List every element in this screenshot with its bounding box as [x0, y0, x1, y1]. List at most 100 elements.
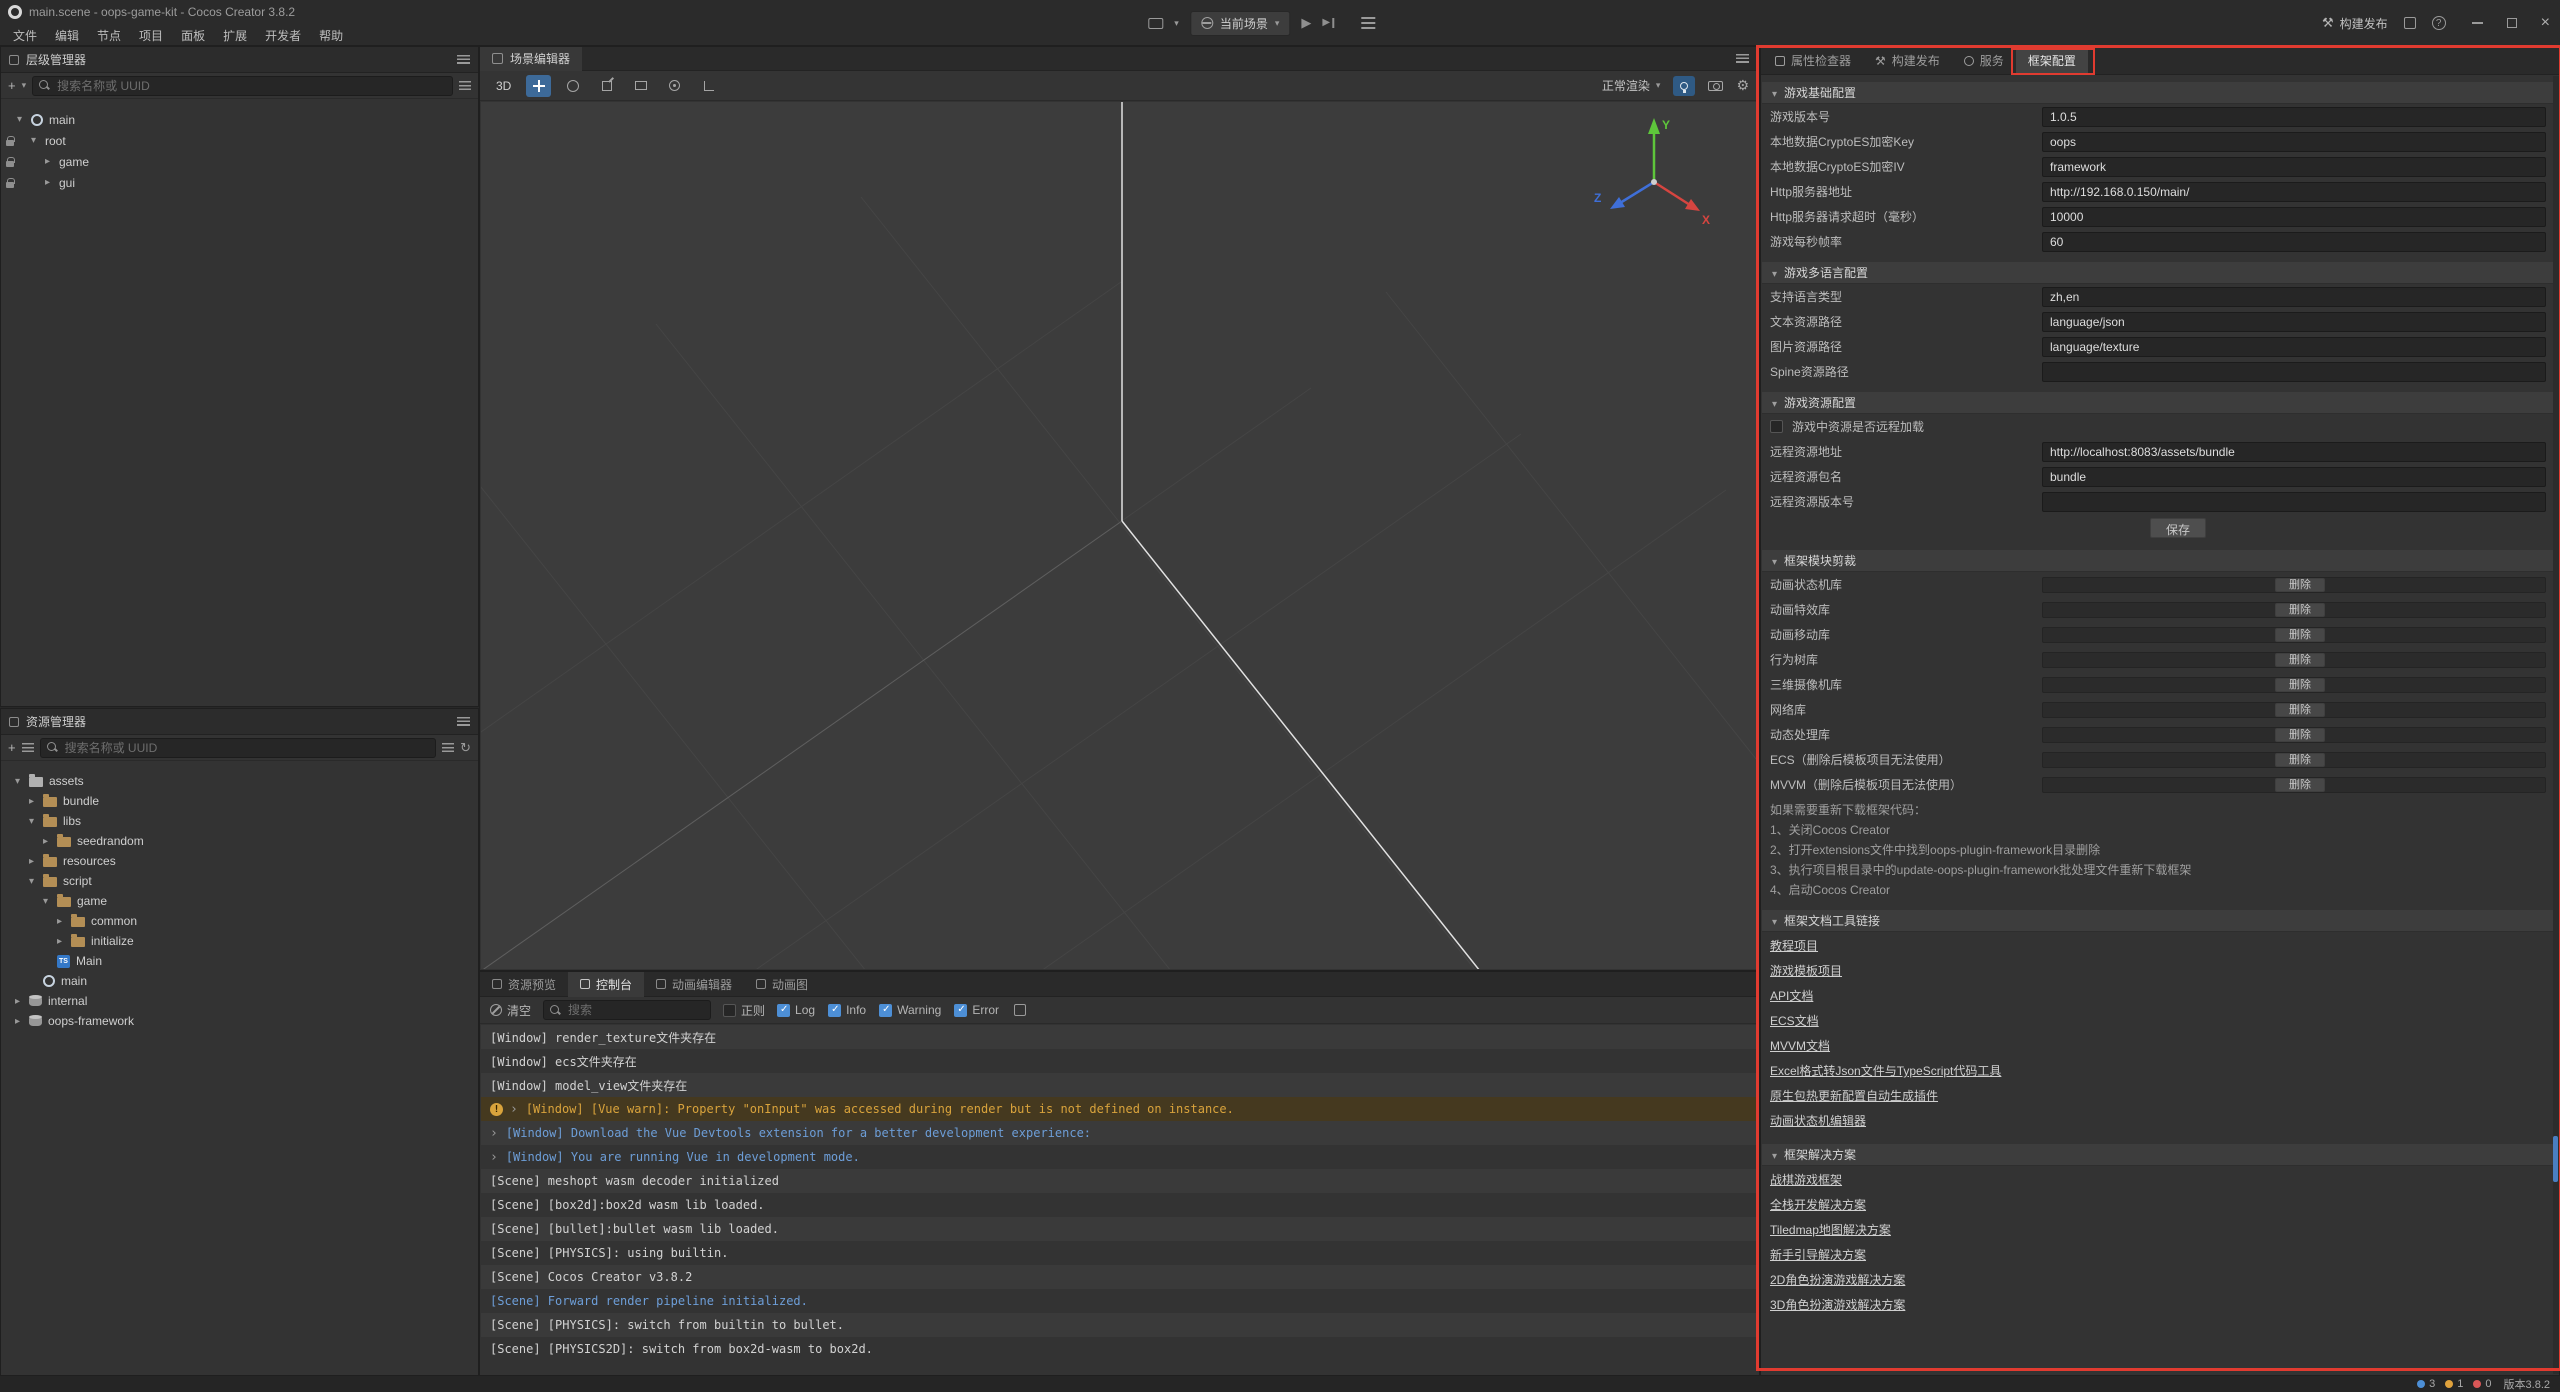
expand-caret-icon[interactable] [45, 156, 59, 167]
expand-caret-icon[interactable] [15, 1016, 29, 1027]
asset-node[interactable]: assets [1, 771, 478, 791]
expand-arrow-icon[interactable] [490, 1150, 498, 1165]
menu-item[interactable]: 项目 [130, 24, 172, 46]
delete-module-button[interactable]: 删除 [2275, 628, 2325, 642]
console-count[interactable]: 0 [2473, 1378, 2491, 1390]
inspector-tab[interactable]: 服务 [1952, 47, 2016, 75]
rotate-tool-button[interactable] [560, 75, 585, 97]
asset-node[interactable]: initialize [1, 931, 478, 951]
delete-module-button[interactable]: 删除 [2275, 778, 2325, 792]
expand-caret-icon[interactable] [29, 816, 43, 827]
expand-caret-icon[interactable] [43, 836, 57, 847]
minimize-button[interactable] [2472, 22, 2483, 24]
property-input[interactable] [2042, 132, 2546, 152]
console-search[interactable] [543, 1000, 711, 1020]
pivot-toggle-button[interactable] [662, 75, 687, 97]
panel-menu-icon[interactable] [1736, 54, 1749, 63]
solution-link[interactable]: 3D角色扮演游戏解决方案 [1770, 1293, 1905, 1318]
scene-viewport[interactable]: Y X Z [481, 102, 1758, 969]
create-asset-button[interactable]: + [8, 743, 16, 753]
delete-module-button[interactable]: 删除 [2275, 603, 2325, 617]
chevron-down-icon[interactable]: ▾ [22, 80, 27, 91]
filter-checkbox[interactable] [954, 1004, 967, 1017]
gear-icon[interactable] [1736, 77, 1749, 94]
log-filter-toggle[interactable]: Info [828, 1003, 866, 1017]
lock-icon[interactable] [6, 161, 14, 167]
property-input[interactable] [2042, 232, 2546, 252]
solution-link[interactable]: 2D角色扮演游戏解决方案 [1770, 1268, 1905, 1293]
section-header[interactable]: 游戏多语言配置 [1762, 262, 2558, 284]
tab-scene-editor[interactable]: 场景编辑器 [480, 47, 582, 71]
solution-link[interactable]: 全栈开发解决方案 [1770, 1193, 1866, 1218]
delete-module-button[interactable]: 删除 [2275, 728, 2325, 742]
hierarchy-search[interactable] [32, 76, 453, 96]
mode-3d-button[interactable]: 3D [490, 77, 517, 95]
property-input[interactable] [2042, 207, 2546, 227]
scene-select-dropdown[interactable]: 当前场景 ▾ [1190, 11, 1291, 36]
log-row[interactable]: [Window] You are running Vue in developm… [481, 1145, 1758, 1169]
menu-item[interactable]: 帮助 [310, 24, 352, 46]
console-tab[interactable]: 动画图 [744, 972, 820, 997]
asset-node[interactable]: libs [1, 811, 478, 831]
menu-item[interactable]: 面板 [172, 24, 214, 46]
delete-module-button[interactable]: 删除 [2275, 578, 2325, 592]
property-input[interactable] [2042, 337, 2546, 357]
hierarchy-node[interactable]: gui [1, 172, 478, 193]
expand-caret-icon[interactable] [29, 856, 43, 867]
console-tab[interactable]: 动画编辑器 [644, 972, 744, 997]
menu-item[interactable]: 扩展 [214, 24, 256, 46]
doc-link[interactable]: ECS文档 [1770, 1009, 1819, 1034]
log-row[interactable]: [Window] Download the Vue Devtools exten… [481, 1121, 1758, 1145]
close-button[interactable]: × [2541, 18, 2550, 28]
section-header[interactable]: 游戏资源配置 [1762, 392, 2558, 414]
regex-toggle[interactable]: 正则 [723, 1002, 765, 1019]
build-publish-button[interactable]: 构建发布 [2322, 15, 2388, 32]
log-filter-toggle[interactable]: Error [954, 1003, 999, 1017]
hierarchy-search-input[interactable] [55, 78, 446, 94]
sort-icon[interactable] [22, 743, 34, 752]
expand-caret-icon[interactable] [15, 776, 29, 787]
refresh-icon[interactable] [460, 740, 471, 756]
coordinate-toggle-button[interactable] [696, 75, 721, 97]
hierarchy-node[interactable]: game [1, 151, 478, 172]
property-input[interactable] [2042, 182, 2546, 202]
inspector-tab[interactable]: 框架配置 [2016, 47, 2088, 75]
log-row[interactable]: [Window] ecs文件夹存在 [481, 1049, 1758, 1073]
property-input[interactable] [2042, 362, 2546, 382]
log-row[interactable]: [Scene] Cocos Creator v3.8.2 [481, 1265, 1758, 1289]
log-row[interactable]: [Window] render_texture文件夹存在 [481, 1025, 1758, 1049]
filter-checkbox[interactable] [879, 1004, 892, 1017]
delete-module-button[interactable]: 删除 [2275, 753, 2325, 767]
property-input[interactable] [2042, 107, 2546, 127]
console-tab[interactable]: 资源预览 [480, 972, 568, 997]
section-header[interactable]: 游戏基础配置 [1762, 82, 2558, 104]
menu-item[interactable]: 文件 [4, 24, 46, 46]
asset-node[interactable]: bundle [1, 791, 478, 811]
doc-link[interactable]: 教程项目 [1770, 934, 1818, 959]
assets-search[interactable] [40, 738, 437, 758]
expand-caret-icon[interactable] [57, 916, 71, 927]
console-search-input[interactable] [566, 1002, 704, 1018]
doc-link[interactable]: Excel格式转Json文件与TypeScript代码工具 [1770, 1059, 2001, 1084]
layout-grid-icon[interactable] [1361, 17, 1375, 29]
section-header[interactable]: 框架解决方案 [1762, 1144, 2558, 1166]
lock-icon[interactable] [6, 182, 14, 188]
log-filter-toggle[interactable]: Warning [879, 1003, 941, 1017]
assets-search-input[interactable] [63, 740, 430, 756]
render-mode-dropdown[interactable]: 正常渲染 ▾ [1602, 77, 1661, 94]
asset-node[interactable]: oops-framework [1, 1011, 478, 1031]
expand-caret-icon[interactable] [43, 896, 57, 907]
step-button[interactable] [1322, 17, 1336, 29]
asset-node[interactable]: internal [1, 991, 478, 1011]
solution-link[interactable]: 战棋游戏框架 [1770, 1168, 1842, 1193]
doc-link[interactable]: API文档 [1770, 984, 1813, 1009]
expand-arrow-icon[interactable] [490, 1126, 498, 1141]
asset-node[interactable]: game [1, 891, 478, 911]
property-input[interactable] [2042, 467, 2546, 487]
solution-link[interactable]: Tiledmap地图解决方案 [1770, 1218, 1891, 1243]
delete-module-button[interactable]: 删除 [2275, 678, 2325, 692]
scale-tool-button[interactable] [594, 75, 619, 97]
move-tool-button[interactable] [526, 75, 551, 97]
expand-caret-icon[interactable] [31, 135, 45, 146]
doc-link[interactable]: 游戏模板项目 [1770, 959, 1842, 984]
